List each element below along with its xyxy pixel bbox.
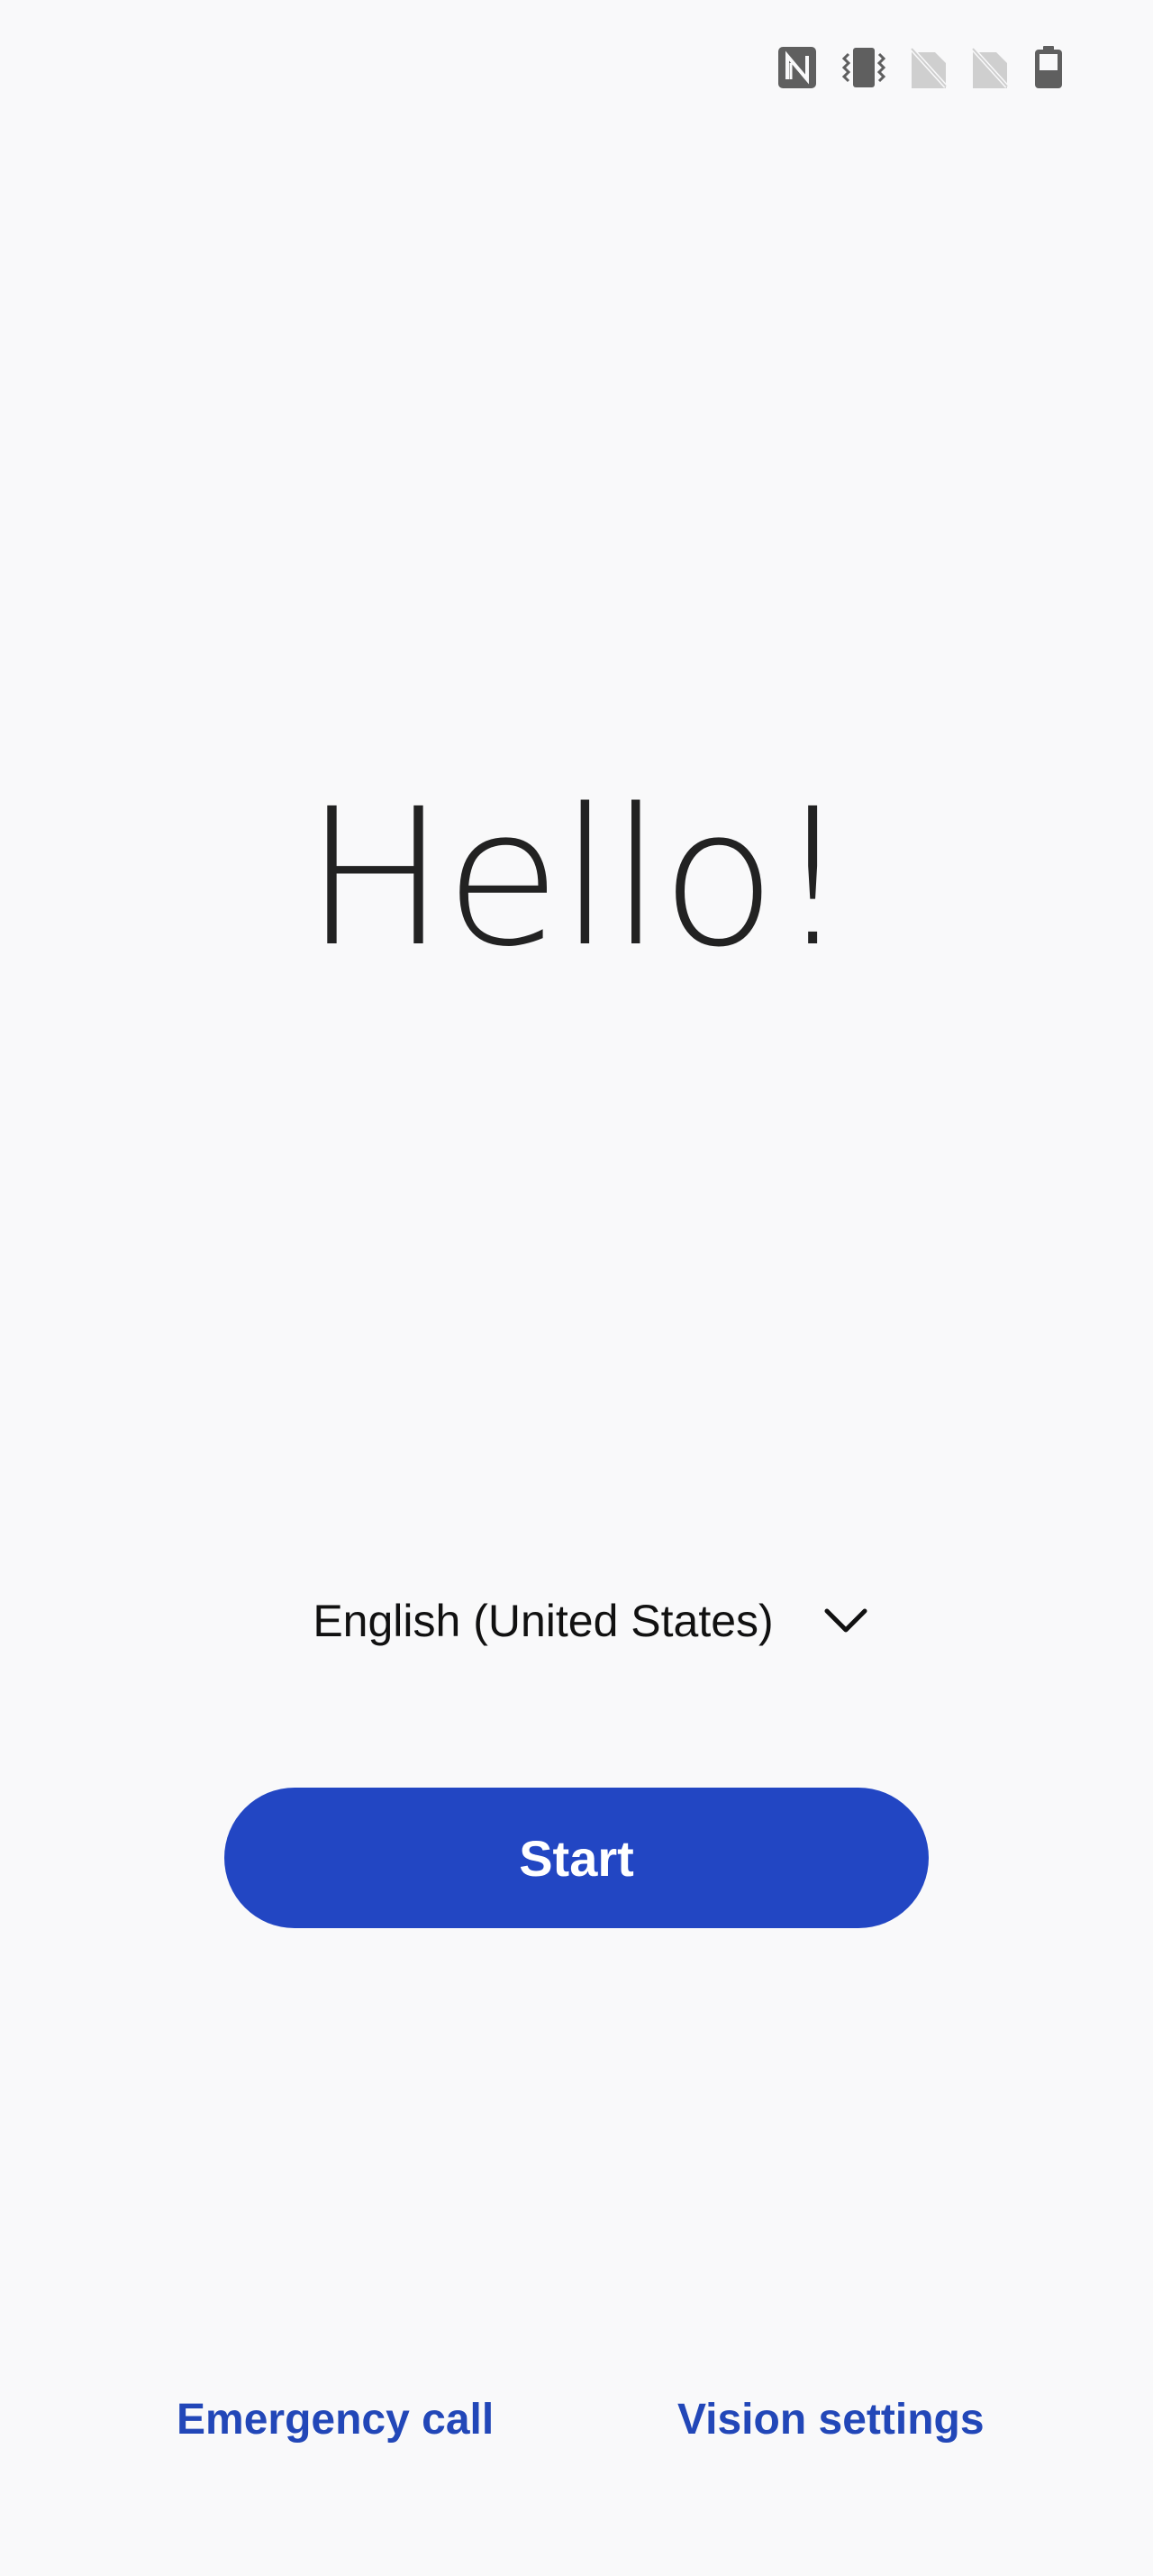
- emergency-call-link[interactable]: Emergency call: [177, 2395, 494, 2444]
- vision-settings-link[interactable]: Vision settings: [677, 2395, 985, 2444]
- status-bar: [776, 43, 1065, 92]
- welcome-greeting: Hello!: [304, 768, 850, 988]
- no-sim-icon: [910, 47, 948, 88]
- vibrate-icon: [841, 48, 886, 87]
- nfc-icon: [778, 47, 816, 88]
- chevron-down-icon: [824, 1608, 867, 1633]
- language-label: English (United States): [313, 1596, 774, 1646]
- no-sim-icon: [971, 47, 1009, 88]
- language-selector[interactable]: English (United States): [0, 1595, 1153, 1647]
- battery-icon: [1035, 46, 1062, 88]
- welcome-screen: Hello! English (United States) Start Eme…: [0, 0, 1153, 2576]
- start-button[interactable]: Start: [224, 1788, 929, 1928]
